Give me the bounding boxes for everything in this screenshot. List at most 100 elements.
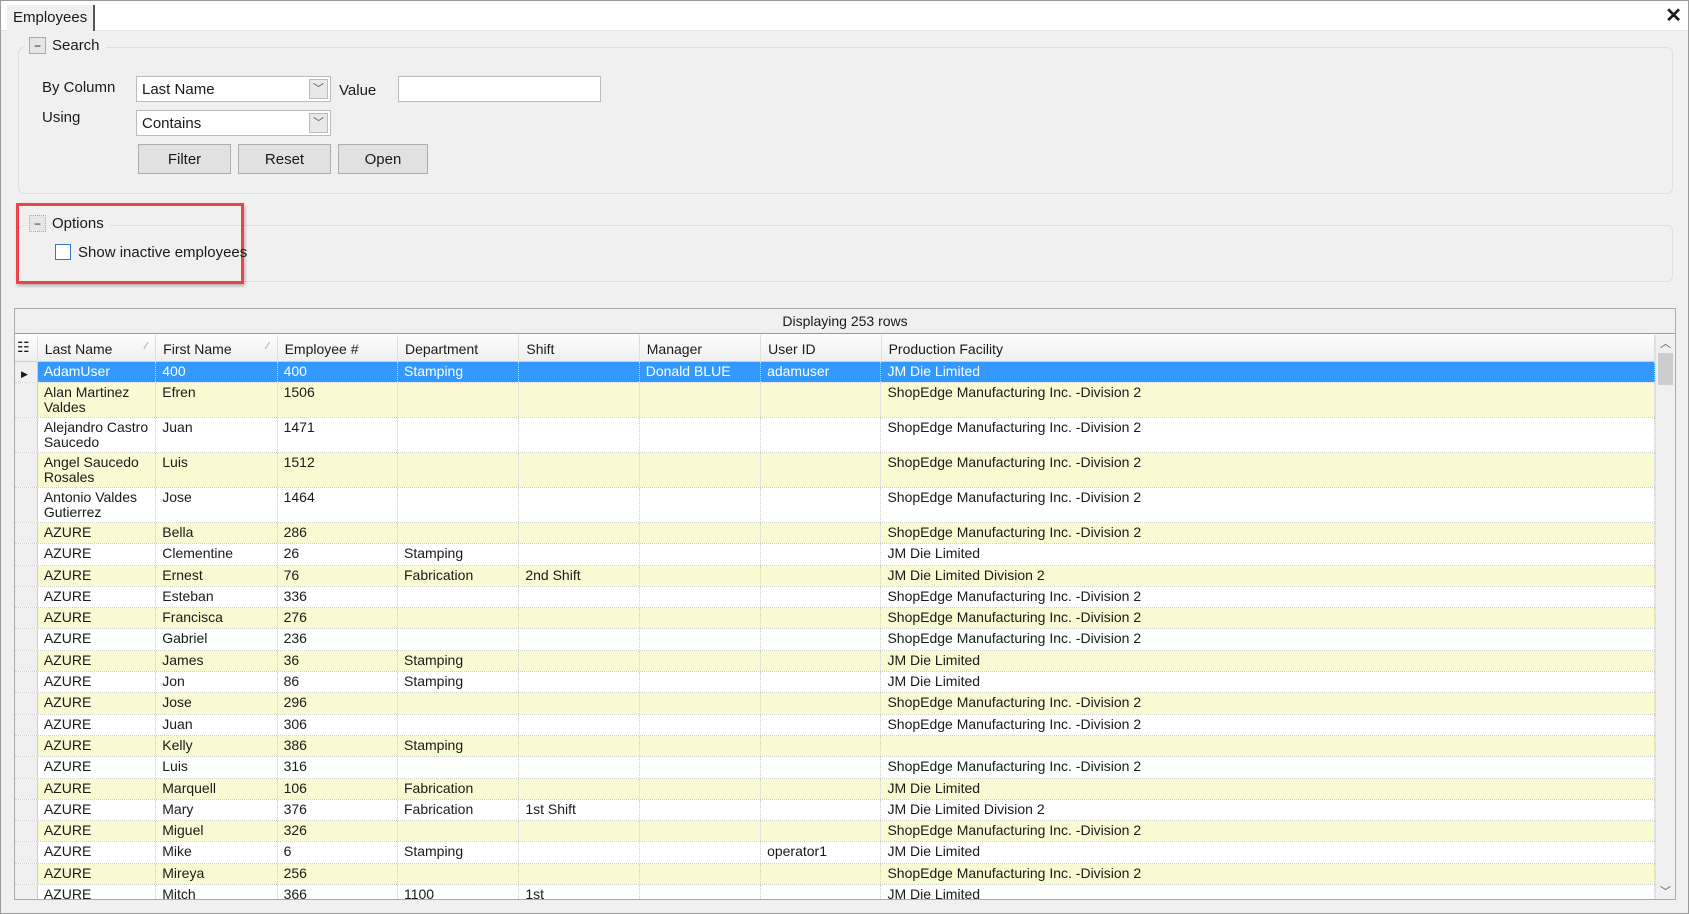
show-inactive-checkbox[interactable] (55, 244, 71, 260)
cell-manager[interactable] (639, 863, 762, 885)
cell-manager[interactable] (639, 821, 762, 842)
cell-manager[interactable] (640, 488, 762, 522)
cell-manager[interactable] (639, 383, 762, 417)
row-header[interactable] (15, 863, 38, 885)
table-row[interactable]: Alejandro Castro Saucedo Juan 1471 ShopEdge… (15, 418, 1655, 453)
cell-last-name[interactable]: Angel Saucedo Rosales (37, 453, 157, 487)
cell-first-name[interactable]: Esteban (156, 586, 278, 608)
table-row[interactable]: AZURE Bella 286 ShopEdge Manufacturing Inc.… (15, 523, 1655, 545)
cell-manager[interactable] (639, 523, 762, 544)
cell-employee[interactable]: 276 (277, 608, 398, 629)
search-group-header[interactable]: − Search (25, 37, 106, 54)
cell-user-id[interactable] (761, 565, 882, 586)
cell-manager[interactable]: Donald BLUE (639, 362, 762, 382)
column-header-user-id[interactable]: User ID (761, 335, 882, 362)
row-header[interactable] (15, 757, 38, 778)
row-header[interactable] (15, 842, 38, 863)
row-header[interactable] (15, 735, 38, 757)
close-icon[interactable]: ✕ (1665, 3, 1682, 28)
options-group-header[interactable]: − Options (25, 215, 110, 232)
cell-last-name[interactable]: AZURE (37, 565, 157, 586)
column-header-shift[interactable]: Shift (519, 335, 640, 362)
cell-production-facility[interactable]: JM Die Limited (881, 650, 1655, 672)
table-row[interactable]: AZURE James 36 Stamping JM Die Limited (15, 650, 1655, 673)
row-header[interactable] (15, 629, 38, 650)
cell-manager[interactable] (640, 799, 762, 821)
cell-production-facility[interactable]: ShopEdge Manufacturing Inc. -Division 2 (881, 629, 1655, 650)
cell-shift[interactable] (519, 693, 640, 714)
row-header[interactable] (15, 885, 38, 899)
cell-user-id[interactable] (761, 714, 882, 735)
table-row[interactable]: AZURE Luis 316 ShopEdge Manufacturing Inc. … (15, 757, 1655, 779)
cell-employee[interactable]: 106 (277, 778, 398, 799)
cell-shift[interactable] (519, 488, 640, 522)
cell-first-name[interactable]: Mike (156, 842, 278, 863)
tab-employees[interactable]: Employees (7, 5, 96, 31)
cell-shift[interactable] (519, 544, 640, 565)
cell-last-name[interactable]: AZURE (37, 650, 157, 672)
cell-employee[interactable]: 286 (277, 523, 398, 544)
cell-shift[interactable] (519, 418, 640, 452)
cell-manager[interactable] (640, 757, 762, 778)
cell-first-name[interactable]: Jon (156, 672, 278, 693)
cell-production-facility[interactable]: JM Die Limited (881, 672, 1655, 693)
cell-employee[interactable]: 26 (278, 544, 398, 565)
cell-user-id[interactable] (761, 586, 882, 608)
cell-production-facility[interactable]: ShopEdge Manufacturing Inc. -Division 2 (881, 453, 1655, 487)
using-select[interactable]: Contains ﹀ (136, 110, 331, 136)
cell-shift[interactable]: 1st Shift (519, 799, 640, 821)
scroll-thumb[interactable] (1658, 353, 1673, 385)
cell-manager[interactable] (640, 629, 762, 650)
column-header-last-name[interactable]: Last Name ⁄ (38, 335, 157, 362)
cell-user-id[interactable] (761, 778, 882, 799)
table-row[interactable]: AZURE Kelly 386 Stamping (15, 735, 1655, 758)
cell-first-name[interactable]: Bella (156, 523, 278, 544)
cell-production-facility[interactable]: JM Die Limited (881, 362, 1655, 382)
cell-shift[interactable] (519, 757, 640, 778)
row-header[interactable] (15, 523, 38, 544)
cell-user-id[interactable] (761, 650, 882, 672)
row-header[interactable] (15, 565, 38, 586)
column-header-production-facility[interactable]: Production Facility (882, 335, 1656, 362)
cell-production-facility[interactable]: JM Die Limited (881, 544, 1655, 565)
open-button[interactable]: Open (338, 144, 428, 174)
cell-shift[interactable] (519, 735, 640, 757)
cell-manager[interactable] (640, 544, 762, 565)
cell-last-name[interactable]: AZURE (37, 693, 157, 714)
cell-employee[interactable]: 256 (277, 863, 398, 885)
table-row[interactable]: AZURE Gabriel 236 ShopEdge Manufacturing In… (15, 629, 1655, 651)
vertical-scrollbar[interactable]: ︿ ﹀ (1655, 335, 1675, 899)
table-row[interactable]: ▶ AdamUser 400 400 Stamping Donald BLUE adamus… (15, 362, 1655, 383)
row-header[interactable] (15, 672, 38, 693)
cell-department[interactable] (398, 714, 520, 735)
cell-manager[interactable] (640, 586, 762, 608)
cell-employee[interactable]: 296 (277, 693, 398, 714)
collapse-icon[interactable]: − (29, 37, 46, 54)
cell-last-name[interactable]: AZURE (38, 885, 157, 899)
cell-last-name[interactable]: AZURE (37, 523, 157, 544)
cell-department[interactable] (398, 488, 520, 522)
cell-shift[interactable] (519, 383, 640, 417)
cell-last-name[interactable]: AZURE (37, 863, 157, 885)
cell-first-name[interactable]: James (156, 650, 278, 672)
filter-button[interactable]: Filter (138, 144, 231, 174)
cell-last-name[interactable]: Alejandro Castro Saucedo (38, 418, 157, 452)
cell-first-name[interactable]: Luis (156, 453, 278, 487)
cell-last-name[interactable]: Alan Martinez Valdes (37, 383, 157, 417)
cell-first-name[interactable]: Clementine (156, 544, 278, 565)
table-row[interactable]: AZURE Miguel 326 ShopEdge Manufacturing Inc… (15, 821, 1655, 843)
cell-last-name[interactable]: AZURE (37, 608, 157, 629)
cell-manager[interactable] (640, 842, 762, 863)
reset-button[interactable]: Reset (238, 144, 331, 174)
cell-employee[interactable]: 376 (278, 799, 398, 821)
cell-shift[interactable] (519, 629, 640, 650)
row-header[interactable] (15, 693, 38, 714)
table-row[interactable]: Alan Martinez Valdes Efren 1506 ShopEdge Ma… (15, 383, 1655, 418)
table-row[interactable]: AZURE Marquell 106 Fabrication JM Die Limite… (15, 778, 1655, 800)
cell-production-facility[interactable]: JM Die Limited (881, 778, 1655, 799)
cell-user-id[interactable]: adamuser (761, 362, 882, 382)
cell-production-facility[interactable]: ShopEdge Manufacturing Inc. -Division 2 (881, 488, 1655, 522)
table-row[interactable]: AZURE Clementine 26 Stamping JM Die Limited (15, 544, 1655, 566)
cell-user-id[interactable] (761, 757, 882, 778)
cell-user-id[interactable] (761, 383, 882, 417)
